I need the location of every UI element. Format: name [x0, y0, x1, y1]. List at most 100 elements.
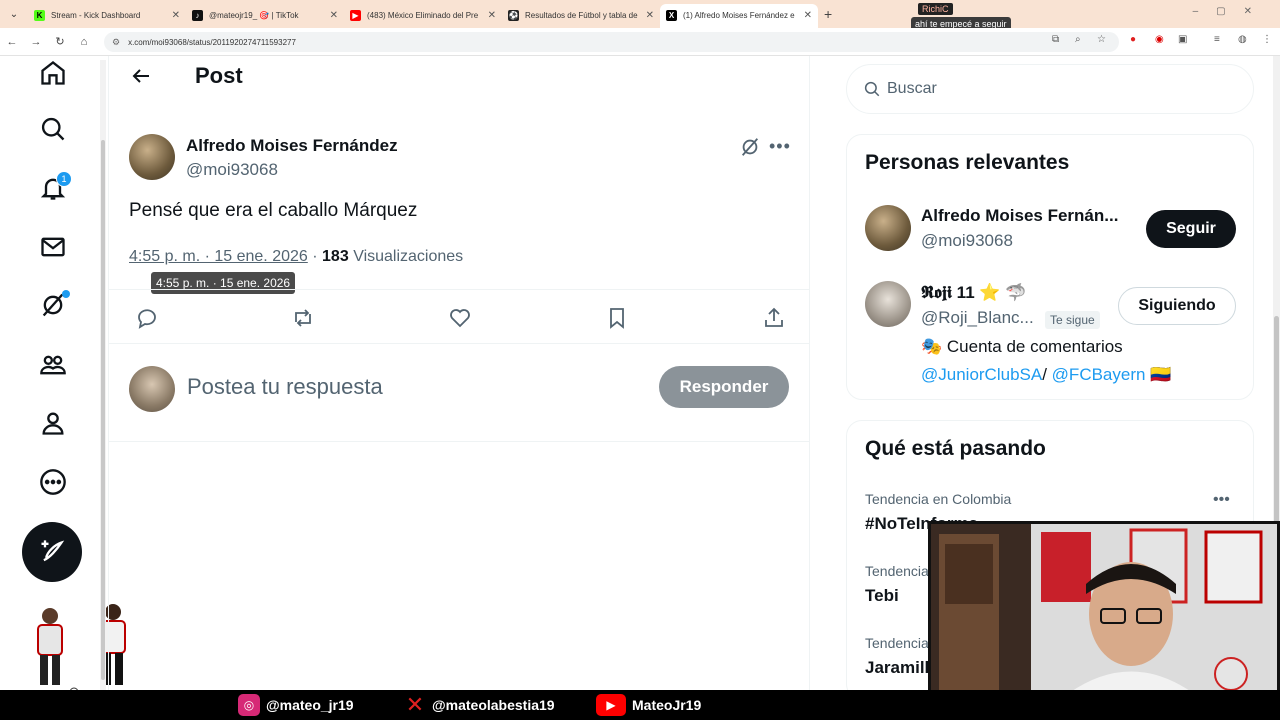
browser-tab-active[interactable]: X (1) Alfredo Moises Fernández e ✕	[660, 3, 818, 28]
post-timestamp[interactable]: 4:55 p. m. · 15 ene. 2026	[129, 248, 308, 265]
search-placeholder: Buscar	[887, 80, 937, 97]
reply-icon[interactable]	[135, 306, 159, 330]
tab-title: (483) México Eliminado del Pre	[367, 11, 479, 20]
trend-name[interactable]: Jaramill	[865, 658, 929, 678]
close-icon[interactable]: ✕	[804, 10, 812, 21]
bio-link[interactable]: @FCBayern	[1052, 365, 1146, 384]
reload-icon[interactable]: ↻	[48, 35, 72, 48]
close-icon[interactable]: ✕	[330, 10, 338, 21]
author-avatar[interactable]	[129, 134, 175, 180]
views-count: 183	[322, 248, 349, 265]
tab-search-icon[interactable]: ⌄	[0, 9, 28, 20]
person-name-text: 𝕽𝖔𝖏𝖎 11	[921, 283, 975, 302]
person-handle[interactable]: @Roji_Blanc...	[921, 308, 1034, 328]
new-tab-icon[interactable]: +	[824, 6, 832, 22]
person-bio-links: @JuniorClubSA/ @FCBayern 🇨🇴	[921, 365, 1171, 385]
forward-icon[interactable]: →	[24, 36, 48, 48]
x-text: @mateolabestia19	[432, 697, 555, 713]
opera-icon[interactable]: ◉	[1155, 34, 1164, 45]
extensions-puzzle-icon[interactable]: ▣	[1178, 34, 1187, 45]
more-dots-icon[interactable]: •••	[769, 136, 791, 157]
user-avatar[interactable]	[129, 366, 175, 412]
site-info-icon[interactable]: ⚙	[112, 37, 120, 48]
bio-text: Cuenta de comentarios	[946, 337, 1123, 356]
communities-icon[interactable]	[36, 348, 70, 382]
extension-icon[interactable]: ●	[1130, 34, 1136, 45]
youtube-text: MateoJr19	[632, 697, 702, 713]
post-text: Pensé que era el caballo Márquez	[129, 200, 418, 221]
reply-composer: Postea tu respuesta Responder	[109, 344, 809, 442]
home-icon[interactable]: ⌂	[72, 36, 96, 48]
close-icon[interactable]: ✕	[488, 10, 496, 21]
back-arrow-icon[interactable]	[129, 64, 153, 88]
trend-more-icon[interactable]: •••	[1213, 491, 1230, 509]
person-avatar[interactable]	[865, 205, 911, 251]
trend-category: Tendencia	[865, 635, 929, 651]
tab-title: @mateojr19_ 🎯 | TikTok	[209, 11, 299, 20]
youtube-icon: ▶	[350, 10, 361, 21]
grok-icon[interactable]	[36, 288, 70, 322]
close-icon[interactable]: ✕	[646, 10, 654, 21]
profile-icon[interactable]	[36, 406, 70, 440]
browser-navbar: ← → ↻ ⌂ ⚙ x.com/moi93068/status/20119202…	[0, 28, 1280, 56]
x-logo-icon: X	[666, 10, 677, 21]
bookmark-icon[interactable]	[605, 306, 629, 330]
person-avatar[interactable]	[865, 281, 911, 327]
x-logo-icon: ✕	[404, 692, 426, 717]
follow-button[interactable]: Seguir	[1146, 210, 1236, 248]
instagram-handle: ◎ @mateo_jr19	[238, 694, 354, 716]
colombia-flag-icon: 🇨🇴	[1150, 365, 1172, 384]
address-bar[interactable]: ⚙ x.com/moi93068/status/2011920274711593…	[104, 32, 1119, 52]
feather-plus-icon	[41, 540, 65, 562]
zoom-icon[interactable]: ⌕	[1075, 34, 1081, 45]
bio-separator: /	[1042, 365, 1047, 384]
notification-badge: 1	[56, 171, 72, 187]
author-name[interactable]: Alfredo Moises Fernández	[186, 136, 398, 156]
search-icon[interactable]	[36, 112, 70, 146]
mail-icon[interactable]	[36, 230, 70, 264]
person-name[interactable]: 𝕽𝖔𝖏𝖎 11 ⭐ 🦈	[921, 283, 1026, 303]
menu-dots-icon[interactable]: ⋮	[1262, 34, 1272, 45]
trends-title: Qué está pasando	[865, 437, 1046, 460]
search-icon	[864, 81, 880, 97]
home-icon[interactable]	[36, 56, 70, 90]
following-button[interactable]: Siguiendo	[1118, 287, 1236, 325]
browser-tab[interactable]: ⚽ Resultados de Fútbol y tabla de ✕	[502, 4, 660, 28]
reply-button[interactable]: Responder	[659, 366, 789, 408]
grok-icon[interactable]	[739, 136, 761, 158]
person-handle[interactable]: @moi93068	[921, 231, 1013, 251]
reply-input[interactable]: Postea tu respuesta	[187, 374, 383, 400]
follows-you-badge: Te sigue	[1045, 311, 1100, 329]
install-icon[interactable]: ⧉	[1052, 34, 1059, 45]
post-actions	[109, 289, 809, 344]
relevant-people-card: Personas relevantes Alfredo Moises Ferná…	[846, 134, 1254, 400]
share-icon[interactable]	[762, 306, 786, 330]
tab-title: Stream - Kick Dashboard	[51, 11, 141, 20]
repost-icon[interactable]	[291, 306, 315, 330]
bio-link[interactable]: @JuniorClubSA	[921, 365, 1042, 384]
back-icon[interactable]: ←	[0, 36, 24, 48]
webcam-overlay	[928, 521, 1280, 696]
browser-tab[interactable]: ♪ @mateojr19_ 🎯 | TikTok ✕	[186, 4, 344, 28]
more-circle-icon[interactable]	[36, 465, 70, 499]
tab-title: Resultados de Fútbol y tabla de	[525, 11, 638, 20]
like-heart-icon[interactable]	[448, 306, 472, 330]
browser-tab[interactable]: K Stream - Kick Dashboard ✕	[28, 4, 186, 28]
search-box[interactable]: Buscar	[846, 64, 1254, 114]
instagram-text: @mateo_jr19	[266, 697, 354, 713]
profile-avatar-icon[interactable]: ◍	[1238, 34, 1247, 45]
author-handle[interactable]: @moi93068	[186, 160, 278, 180]
unread-dot	[62, 290, 70, 298]
media-icon[interactable]: ≡	[1214, 34, 1220, 45]
window-controls[interactable]: –▢✕	[1193, 6, 1270, 17]
left-scrollbar[interactable]	[100, 60, 106, 690]
browser-tab[interactable]: ▶ (483) México Eliminado del Pre ✕	[344, 4, 502, 28]
compose-post-button[interactable]	[22, 522, 82, 582]
trend-name[interactable]: Tebi	[865, 586, 899, 606]
bookmark-star-icon[interactable]: ☆	[1097, 34, 1106, 45]
person-name[interactable]: Alfredo Moises Fernán...	[921, 206, 1118, 226]
screen: ⌄ K Stream - Kick Dashboard ✕ ♪ @mateojr…	[0, 0, 1280, 720]
person-bio: 🎭 Cuenta de comentarios	[921, 337, 1123, 357]
close-icon[interactable]: ✕	[172, 10, 180, 21]
bell-icon[interactable]: 1	[36, 171, 72, 205]
